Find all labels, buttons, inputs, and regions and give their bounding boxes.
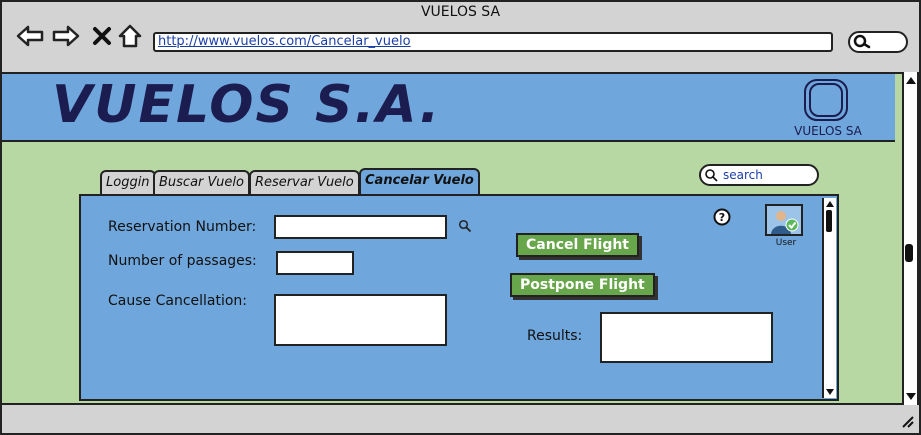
tab-reservar-vuelo[interactable]: Reservar Vuelo bbox=[249, 170, 360, 194]
search-icon[interactable] bbox=[458, 218, 472, 233]
cause-cancellation-textarea[interactable] bbox=[274, 294, 447, 346]
tab-loggin[interactable]: Loggin bbox=[100, 170, 156, 194]
status-bar bbox=[2, 407, 919, 433]
browser-scrollbar-thumb[interactable] bbox=[905, 244, 913, 262]
user-caption: User bbox=[775, 238, 797, 248]
reservation-number-input[interactable] bbox=[274, 215, 447, 239]
cancel-flight-button[interactable]: Cancel Flight bbox=[516, 233, 639, 257]
back-icon[interactable] bbox=[16, 22, 44, 50]
number-of-passages-label: Number of passages: bbox=[108, 253, 257, 269]
reservation-number-label: Reservation Number: bbox=[108, 219, 257, 235]
postpone-flight-button[interactable]: Postpone Flight bbox=[510, 273, 655, 297]
number-of-passages-input[interactable] bbox=[276, 251, 354, 275]
resize-grip-icon[interactable] bbox=[899, 413, 915, 429]
cause-cancellation-label: Cause Cancellation: bbox=[108, 293, 248, 309]
url-bar[interactable]: http://www.vuelos.com/Cancelar_vuelo bbox=[153, 32, 833, 52]
avatar[interactable] bbox=[765, 204, 803, 236]
forward-icon[interactable] bbox=[52, 22, 80, 50]
panel-scrollbar-thumb[interactable] bbox=[826, 210, 832, 232]
svg-text:?: ? bbox=[719, 211, 725, 224]
search-icon bbox=[704, 167, 718, 182]
search-icon bbox=[853, 34, 871, 49]
logo-caption: VUELOS SA bbox=[794, 124, 862, 138]
tab-cancelar-vuelo[interactable]: Cancelar Vuelo bbox=[359, 168, 480, 194]
logo-icon bbox=[803, 78, 849, 122]
window-title: VUELOS SA bbox=[420, 4, 501, 20]
tab-buscar-vuelo[interactable]: Buscar Vuelo bbox=[153, 170, 250, 194]
browser-scrollbar[interactable] bbox=[902, 72, 919, 405]
help-icon[interactable]: ? bbox=[713, 208, 731, 226]
close-icon[interactable] bbox=[88, 22, 116, 50]
home-icon[interactable] bbox=[116, 22, 144, 50]
site-logo-text: VUELOS S.A. bbox=[52, 75, 442, 135]
results-output bbox=[600, 312, 773, 363]
results-label: Results: bbox=[527, 328, 583, 344]
browser-search-field[interactable] bbox=[848, 31, 908, 53]
